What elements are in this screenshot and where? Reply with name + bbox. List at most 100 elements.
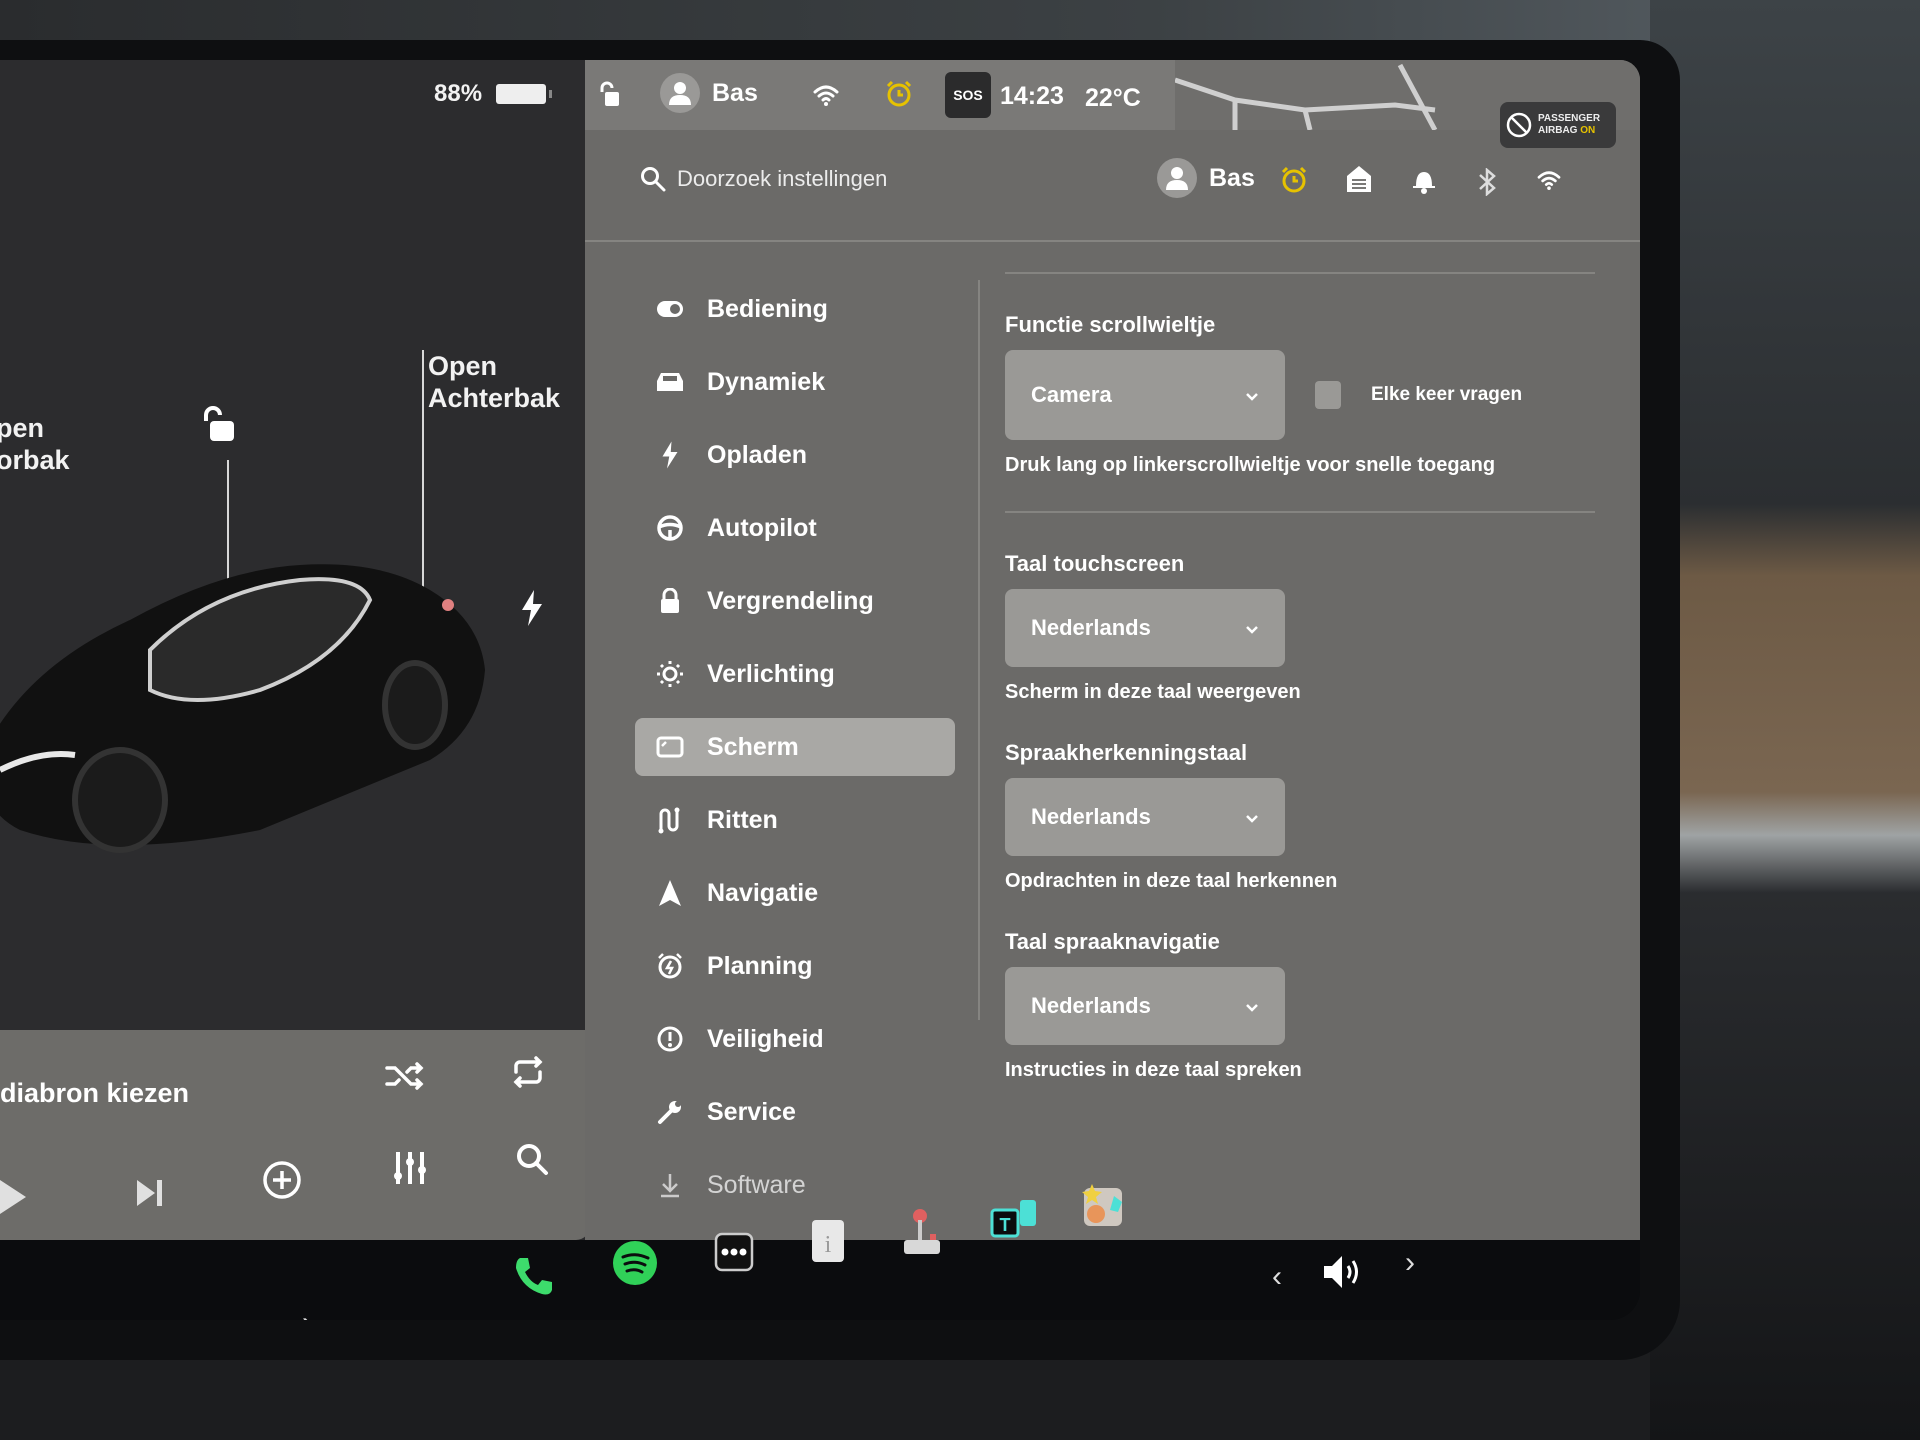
shuffle-icon[interactable] xyxy=(385,1060,425,1092)
voice-navigation-language-setting: Taal spraaknavigatie Nederlands Instruct… xyxy=(1005,929,1595,1082)
field-hint: Druk lang op linkerscrollwieltje voor sn… xyxy=(1005,454,1496,476)
voice-navigation-language-dropdown[interactable]: Nederlands xyxy=(1005,967,1285,1045)
download-icon xyxy=(655,1172,685,1198)
media-source-button[interactable]: diabron kiezen xyxy=(0,1078,189,1109)
sidebar-item-autopilot[interactable]: Autopilot xyxy=(635,499,965,557)
settings-header: Bas xyxy=(585,130,1640,242)
more-apps-icon[interactable] xyxy=(714,1232,754,1272)
touchscreen-language-dropdown[interactable]: Nederlands xyxy=(1005,589,1285,667)
field-label: Functie scrollwieltje xyxy=(1005,312,1216,337)
volume-up-button[interactable]: › xyxy=(1405,1246,1415,1280)
checkbox-label: Elke keer vragen xyxy=(1371,384,1523,405)
open-frunk-label: pen orbak xyxy=(0,413,70,475)
car-icon xyxy=(655,371,685,393)
sidebar-label: Scherm xyxy=(707,732,799,761)
header-wifi-icon[interactable] xyxy=(1537,170,1561,190)
phone-icon[interactable] xyxy=(512,1254,556,1298)
teams-icon[interactable]: T xyxy=(990,1198,1038,1242)
status-profile[interactable]: Bas xyxy=(660,73,758,113)
chevron-down-icon xyxy=(1245,615,1259,641)
sidebar-item-vergrendeling[interactable]: Vergrendeling xyxy=(635,572,965,630)
header-profile-name: Bas xyxy=(1209,163,1255,192)
spotify-icon[interactable] xyxy=(612,1240,658,1286)
sidebar-item-opladen[interactable]: Opladen xyxy=(635,426,965,484)
manual-icon[interactable]: i xyxy=(810,1218,846,1264)
notification-bell-icon[interactable] xyxy=(1413,168,1435,194)
play-icon[interactable] xyxy=(0,1180,26,1214)
section-divider xyxy=(1005,511,1595,513)
voice-recognition-language-setting: Spraakherkenningstaal Nederlands Opdrach… xyxy=(1005,740,1595,893)
open-trunk-button[interactable]: Open Achterbak xyxy=(428,350,560,414)
trips-icon xyxy=(655,806,685,834)
temp-up-button[interactable]: › xyxy=(302,1306,312,1320)
svg-text:i: i xyxy=(825,1232,832,1258)
avatar-icon xyxy=(660,73,700,113)
sos-button[interactable]: SOS xyxy=(945,72,991,118)
sidebar-label: Vergrendeling xyxy=(707,586,874,615)
sidebar-item-verlichting[interactable]: Verlichting xyxy=(635,645,965,703)
garage-icon[interactable] xyxy=(1347,166,1371,192)
sidebar-item-ritten[interactable]: Ritten xyxy=(635,791,965,849)
sidebar-item-planning[interactable]: Planning xyxy=(635,937,965,995)
sidebar-item-service[interactable]: Service xyxy=(635,1083,965,1141)
charge-port-icon[interactable] xyxy=(520,590,544,631)
touchscreen-language-setting: Taal touchscreen Nederlands Scherm in de… xyxy=(1005,551,1595,704)
sidebar-label: Dynamiek xyxy=(707,367,826,396)
wifi-icon[interactable] xyxy=(813,84,839,106)
toybox-icon[interactable] xyxy=(1082,1182,1126,1228)
media-player: diabron kiezen xyxy=(0,1030,590,1240)
toggle-icon xyxy=(655,300,685,318)
bolt-icon xyxy=(655,441,685,469)
light-icon xyxy=(655,660,685,688)
field-hint: Instructies in deze taal spreken xyxy=(1005,1059,1302,1081)
open-trunk-label-line1: Open xyxy=(428,351,498,381)
car-model-image xyxy=(0,564,485,853)
media-search-icon[interactable] xyxy=(515,1142,549,1176)
sidebar-label: Bediening xyxy=(707,294,828,323)
header-alarm-icon[interactable] xyxy=(1280,166,1308,194)
display-icon xyxy=(655,736,685,758)
bluetooth-icon[interactable] xyxy=(1478,168,1496,196)
ask-every-time-checkbox[interactable] xyxy=(1315,381,1341,409)
sidebar-item-bediening[interactable]: Bediening xyxy=(635,280,965,338)
volume-icon[interactable] xyxy=(1322,1252,1366,1292)
dropdown-value: Nederlands xyxy=(1031,804,1151,829)
outside-temperature: 22°C xyxy=(1085,84,1141,112)
voice-recognition-language-dropdown[interactable]: Nederlands xyxy=(1005,778,1285,856)
sidebar-item-software[interactable]: Software xyxy=(635,1156,965,1214)
add-icon[interactable] xyxy=(262,1160,302,1200)
touchscreen: 88% pen orbak Open Achterbak diabron kie… xyxy=(0,60,1640,1320)
settings-sidebar: Bediening Dynamiek Opladen Autopilot Ver… xyxy=(635,280,965,1229)
dropdown-value: Camera xyxy=(1031,382,1112,407)
sidebar-label: Ritten xyxy=(707,805,778,834)
alarm-icon[interactable] xyxy=(885,80,913,108)
skip-next-icon[interactable] xyxy=(135,1178,165,1208)
taskbar: i T ‹ › xyxy=(0,1184,1640,1320)
lock-icon xyxy=(655,588,685,614)
field-label: Taal spraaknavigatie xyxy=(1005,929,1220,954)
safety-icon xyxy=(655,1025,685,1053)
arcade-icon[interactable] xyxy=(902,1208,942,1256)
sidebar-item-dynamiek[interactable]: Dynamiek xyxy=(635,353,965,411)
unlock-icon[interactable] xyxy=(200,405,240,450)
open-frunk-button[interactable]: pen orbak xyxy=(0,412,70,476)
scroll-wheel-setting: Functie scrollwieltje Camera Elke keer v… xyxy=(1005,312,1595,477)
airbag-line1: PASSENGER xyxy=(1538,113,1601,124)
clock: 14:23 xyxy=(1000,82,1064,110)
cabin-temperature[interactable]: 19.0 xyxy=(160,1310,265,1320)
search-icon[interactable] xyxy=(640,166,666,197)
sidebar-item-scherm[interactable]: Scherm xyxy=(635,718,955,776)
car-panel: 88% pen orbak Open Achterbak diabron kie… xyxy=(0,60,590,1267)
open-trunk-label-line2: Achterbak xyxy=(428,383,561,413)
sidebar-label: Autopilot xyxy=(707,513,817,542)
repeat-icon[interactable] xyxy=(510,1054,546,1090)
settings-search-input[interactable] xyxy=(675,165,1039,193)
display-settings-content: Functie scrollwieltje Camera Elke keer v… xyxy=(1005,260,1595,1082)
scroll-wheel-dropdown[interactable]: Camera xyxy=(1005,350,1285,440)
status-lock-icon[interactable] xyxy=(599,80,621,108)
header-profile[interactable]: Bas xyxy=(1157,158,1255,198)
equalizer-icon[interactable] xyxy=(392,1150,428,1186)
sidebar-item-navigatie[interactable]: Navigatie xyxy=(635,864,965,922)
volume-down-button[interactable]: ‹ xyxy=(1272,1260,1282,1294)
sidebar-item-veiligheid[interactable]: Veiligheid xyxy=(635,1010,965,1068)
